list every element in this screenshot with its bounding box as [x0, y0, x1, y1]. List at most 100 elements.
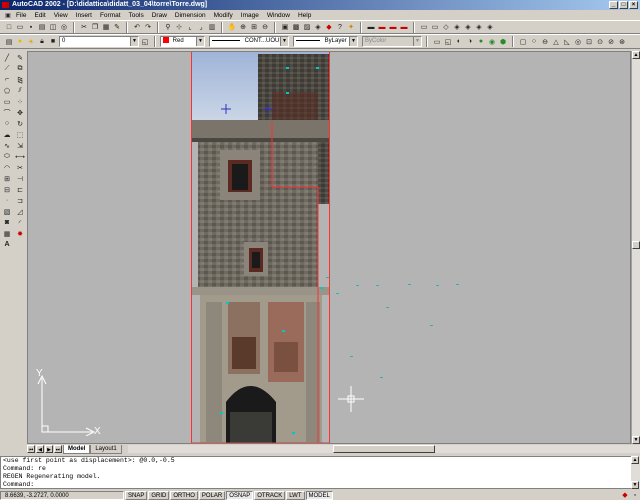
torus-icon[interactable]: ◎ [573, 37, 583, 47]
fillet-icon[interactable]: ◜ [15, 218, 25, 227]
slice-icon[interactable]: ⊘ [606, 37, 616, 47]
shade-2d-icon[interactable]: ▭ [432, 37, 442, 47]
chevron-down-icon[interactable]: ▼ [413, 37, 421, 46]
horizontal-scrollbar[interactable] [127, 445, 640, 453]
last-tab-icon[interactable]: ⏭ [54, 445, 62, 453]
menu-draw[interactable]: Draw [148, 12, 171, 19]
scene-icon[interactable]: ▬ [377, 22, 387, 32]
first-tab-icon[interactable]: ⏮ [27, 445, 35, 453]
make-current-icon[interactable]: ◱ [140, 37, 150, 47]
arc-icon[interactable]: ⌒ [2, 108, 12, 117]
menu-image[interactable]: Image [237, 12, 263, 19]
ucs-icon[interactable]: ⌞ [185, 22, 195, 32]
tray-icon[interactable]: ◆ [620, 490, 630, 500]
zoom-previous-icon[interactable]: ⊖ [260, 22, 270, 32]
menu-file[interactable]: File [12, 12, 30, 19]
gouraud-edges-icon[interactable]: ⬢ [498, 37, 508, 47]
hatch-icon[interactable]: ▧ [2, 207, 12, 216]
prev-tab-icon[interactable]: ◀ [36, 445, 44, 453]
osnap-icon[interactable]: ⊹ [174, 22, 184, 32]
insert-block-icon[interactable]: ⊞ [2, 174, 12, 183]
layer-dropdown[interactable]: 0 ▼ [59, 36, 139, 47]
view-iso-icon[interactable]: ◇ [441, 22, 451, 32]
section-icon[interactable]: ⊛ [617, 37, 627, 47]
gouraud-icon[interactable]: ● [476, 37, 486, 47]
table-icon[interactable]: ▦ [2, 229, 12, 238]
revolve-icon[interactable]: ⊙ [595, 37, 605, 47]
render-icon[interactable]: ▬ [366, 22, 376, 32]
tool-palette-icon[interactable]: ▨ [302, 22, 312, 32]
flat-icon[interactable]: ◑ [465, 37, 475, 47]
stretch-icon[interactable]: ⇲ [15, 141, 25, 150]
line-icon[interactable]: ╱ [2, 53, 12, 62]
color-square-icon[interactable]: ■ [48, 37, 58, 47]
properties-icon[interactable]: ▣ [280, 22, 290, 32]
match-properties-icon[interactable]: ✎ [112, 22, 122, 32]
lock-icon[interactable]: 🔒︎ [37, 37, 47, 47]
osnap-toggle[interactable]: OSNAP [226, 490, 254, 500]
join-icon[interactable]: ⊐ [15, 196, 25, 205]
grid-toggle[interactable]: GRID [148, 490, 170, 500]
copy-object-icon[interactable]: ⧉ [15, 64, 25, 73]
dbconnect-icon[interactable]: ◈ [313, 22, 323, 32]
drawing-area[interactable]: Y X [27, 51, 631, 444]
chevron-down-icon[interactable]: ▼ [196, 37, 204, 46]
help-icon[interactable]: ? [335, 22, 345, 32]
view-top-icon[interactable]: ▭ [419, 22, 429, 32]
lineweight-dropdown[interactable]: ByLayer ▼ [293, 36, 358, 47]
shade-3d-icon[interactable]: ◱ [443, 37, 453, 47]
spline-icon[interactable]: ∿ [2, 141, 12, 150]
coordinate-readout[interactable]: 8.6639, -3.2727, 0.0000 [0, 490, 124, 500]
polygon-icon[interactable]: ⬠ [2, 86, 12, 95]
tray-settings-icon[interactable]: ▫ [630, 490, 640, 500]
cone-icon[interactable]: △ [551, 37, 561, 47]
construction-line-icon[interactable]: ⟋ [2, 64, 12, 73]
next-tab-icon[interactable]: ▶ [45, 445, 53, 453]
scroll-down-icon[interactable]: ▼ [632, 436, 640, 444]
otrack-toggle[interactable]: OTRACK [254, 490, 286, 500]
cylinder-icon[interactable]: ⊖ [540, 37, 550, 47]
erase-icon[interactable]: ✎ [15, 53, 25, 62]
command-window[interactable]: <use first point as displacement>: @0.0,… [0, 456, 632, 489]
linetype-dropdown[interactable]: CONT...UOUS ▼ [209, 36, 289, 47]
layer-manager-icon[interactable]: ▤ [4, 37, 14, 47]
menu-format[interactable]: Format [96, 12, 125, 19]
mirror-icon[interactable]: ⧎ [15, 75, 25, 84]
make-block-icon[interactable]: ⊟ [2, 185, 12, 194]
explode-icon[interactable]: ✸ [15, 229, 25, 238]
flat-edges-icon[interactable]: ◉ [487, 37, 497, 47]
materials-icon[interactable]: ▬ [399, 22, 409, 32]
undo-icon[interactable]: ↶ [132, 22, 142, 32]
menu-window[interactable]: Window [263, 12, 294, 19]
chamfer-icon[interactable]: ◿ [15, 207, 25, 216]
view-left-icon[interactable]: ◈ [463, 22, 473, 32]
trim-icon[interactable]: ✂ [15, 163, 25, 172]
point-icon[interactable]: · [2, 196, 12, 205]
ellipse-icon[interactable]: ⬭ [2, 152, 12, 161]
sphere-icon[interactable]: ○ [529, 37, 539, 47]
box-icon[interactable]: ▢ [518, 37, 528, 47]
vertical-scroll-thumb[interactable] [632, 241, 640, 249]
print-preview-icon[interactable]: ◫ [48, 22, 58, 32]
scroll-up-icon[interactable]: ▲ [632, 51, 640, 59]
menu-view[interactable]: View [50, 12, 72, 19]
zoom-realtime-icon[interactable]: ⊕ [238, 22, 248, 32]
move-icon[interactable]: ✥ [15, 108, 25, 117]
close-icon[interactable]: × [629, 1, 638, 9]
sun-icon[interactable]: ☀ [26, 37, 36, 47]
wedge-icon[interactable]: ◺ [562, 37, 572, 47]
vertical-scrollbar[interactable]: ▲ ▼ [631, 51, 640, 444]
cut-icon[interactable]: ✂ [79, 22, 89, 32]
paste-icon[interactable]: ▦ [101, 22, 111, 32]
chevron-down-icon[interactable]: ▼ [280, 37, 288, 46]
view-bottom-icon[interactable]: ◈ [485, 22, 495, 32]
chevron-down-icon[interactable]: ▼ [349, 37, 357, 46]
offset-icon[interactable]: ⫽ [15, 86, 25, 95]
lengthen-icon[interactable]: ⟷ [15, 152, 25, 161]
command-prompt[interactable]: Command: [3, 481, 631, 489]
pan-icon[interactable]: ✋ [227, 22, 237, 32]
new-icon[interactable]: □ [4, 22, 14, 32]
region-icon[interactable]: ◙ [2, 218, 12, 227]
menu-tools[interactable]: Tools [125, 12, 148, 19]
tower-image[interactable] [191, 52, 330, 443]
